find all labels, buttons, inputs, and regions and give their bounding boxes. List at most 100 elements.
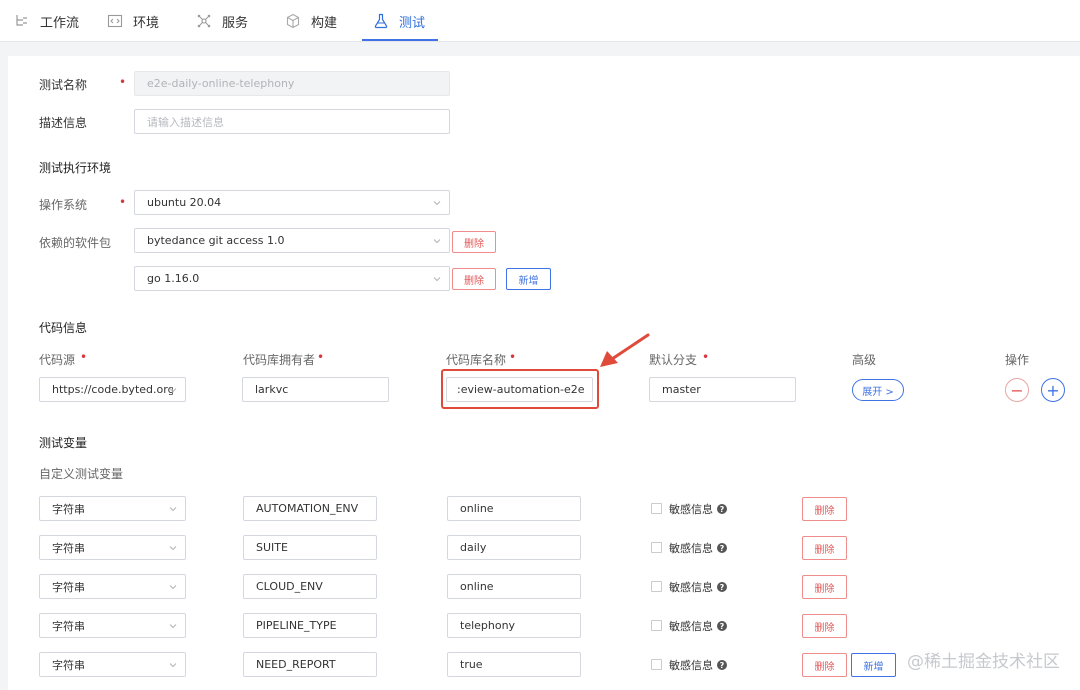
tab-build[interactable]: 构建 [285, 0, 337, 42]
help-icon[interactable]: ? [717, 504, 727, 514]
sensitive-label-text: 敏感信息 [669, 620, 713, 633]
chevron-down-icon [169, 624, 177, 629]
var-type-select[interactable]: 字符串 [39, 652, 186, 677]
delete-var-button[interactable]: 删除 [802, 614, 847, 638]
package-select-2[interactable]: go 1.16.0 [134, 266, 450, 291]
code-source-select[interactable]: https://code.byted.org [39, 377, 186, 402]
os-select-value: ubuntu 20.04 [147, 196, 222, 209]
workflow-icon [16, 15, 27, 26]
add-package-button[interactable]: 新增 [506, 268, 551, 290]
sensitive-checkbox[interactable] [651, 542, 662, 553]
sensitive-label-text: 敏感信息 [669, 503, 713, 516]
package-select-1[interactable]: bytedance git access 1.0 [134, 228, 450, 253]
help-icon[interactable]: ? [717, 621, 727, 631]
delete-package-2-button[interactable]: 删除 [452, 268, 496, 290]
var-type-value: 字符串 [52, 580, 85, 594]
code-section-title: 代码信息 [39, 321, 88, 335]
annotation-arrow-icon [600, 333, 650, 367]
var-value-input[interactable]: daily [447, 535, 581, 560]
required-mark: • [119, 195, 127, 209]
sensitive-checkbox[interactable] [651, 581, 662, 592]
chevron-down-icon [169, 546, 177, 551]
active-tab-indicator [362, 39, 438, 41]
col-header-ops: 操作 [1005, 353, 1030, 367]
sensitive-checkbox[interactable] [651, 620, 662, 631]
var-value-value: online [460, 580, 494, 593]
chevron-down-icon [433, 201, 441, 206]
package-select-2-value: go 1.16.0 [147, 272, 200, 285]
add-var-button[interactable]: 新增 [851, 653, 896, 677]
delete-var-button[interactable]: 删除 [802, 575, 847, 599]
tab-services[interactable]: 服务 [196, 0, 248, 42]
sensitive-label-text: 敏感信息 [669, 542, 713, 555]
var-key-input[interactable]: PIPELINE_TYPE [243, 613, 377, 638]
chevron-down-icon [169, 585, 177, 590]
os-select[interactable]: ubuntu 20.04 [134, 190, 450, 215]
remove-repo-button[interactable]: − [1005, 378, 1029, 402]
test-name-input[interactable]: e2e-daily-online-telephony [134, 71, 450, 96]
code-source-value: https://code.byted.org [52, 383, 173, 396]
delete-var-button[interactable]: 删除 [802, 536, 847, 560]
top-navigation: 工作流 环境 服务 构建 测试 [0, 0, 1080, 42]
var-type-select[interactable]: 字符串 [39, 613, 186, 638]
default-branch-value: master [662, 383, 701, 396]
repo-name-highlight-box [441, 369, 599, 409]
var-type-select[interactable]: 字符串 [39, 496, 186, 521]
watermark: @稀土掘金技术社区 [907, 652, 1060, 672]
description-placeholder: 请输入描述信息 [147, 115, 224, 129]
sensitive-checkbox[interactable] [651, 503, 662, 514]
chevron-down-icon [433, 277, 441, 282]
required-mark: • [317, 350, 325, 364]
tab-workflow[interactable]: 工作流 [14, 0, 79, 42]
os-label: 操作系统 [39, 198, 88, 212]
description-input[interactable]: 请输入描述信息 [134, 109, 450, 134]
tab-services-label: 服务 [222, 15, 249, 31]
var-type-select[interactable]: 字符串 [39, 535, 186, 560]
required-mark: • [509, 350, 517, 364]
var-type-value: 字符串 [52, 658, 85, 672]
var-key-input[interactable]: NEED_REPORT [243, 652, 377, 677]
vars-subtitle: 自定义测试变量 [39, 467, 124, 481]
chevron-down-icon [169, 388, 177, 393]
col-header-owner: 代码库拥有者 [243, 353, 316, 367]
add-repo-button[interactable]: + [1041, 378, 1065, 402]
col-header-source: 代码源 [39, 353, 76, 367]
tab-test[interactable]: 测试 [373, 0, 425, 42]
network-icon [197, 14, 211, 28]
var-type-value: 字符串 [52, 502, 85, 516]
help-icon[interactable]: ? [717, 582, 727, 592]
tab-environment[interactable]: 环境 [107, 0, 159, 42]
var-key-input[interactable]: AUTOMATION_ENV [243, 496, 377, 521]
test-config-card: 测试名称 • e2e-daily-online-telephony 描述信息 请… [8, 56, 1080, 690]
default-branch-input[interactable]: master [649, 377, 796, 402]
var-value-input[interactable]: online [447, 574, 581, 599]
flask-icon [374, 13, 388, 29]
vars-section-title: 测试变量 [39, 436, 88, 450]
var-value-input[interactable]: telephony [447, 613, 581, 638]
var-value-input[interactable]: true [447, 652, 581, 677]
var-key-input[interactable]: CLOUD_ENV [243, 574, 377, 599]
sensitive-label: 敏感信息? [669, 618, 727, 634]
delete-var-button[interactable]: 删除 [802, 497, 847, 521]
code-icon [107, 14, 123, 28]
var-type-value: 字符串 [52, 541, 85, 555]
var-key-value: AUTOMATION_ENV [256, 502, 359, 515]
var-value-input[interactable]: online [447, 496, 581, 521]
var-key-value: NEED_REPORT [256, 658, 336, 671]
chevron-down-icon [169, 663, 177, 668]
sensitive-label: 敏感信息? [669, 540, 727, 556]
sensitive-label: 敏感信息? [669, 579, 727, 595]
var-key-value: CLOUD_ENV [256, 580, 323, 593]
help-icon[interactable]: ? [717, 660, 727, 670]
var-key-input[interactable]: SUITE [243, 535, 377, 560]
sensitive-checkbox[interactable] [651, 659, 662, 670]
repo-owner-input[interactable]: larkvc [242, 377, 389, 402]
delete-var-button[interactable]: 删除 [802, 653, 847, 677]
delete-package-1-button[interactable]: 删除 [452, 231, 496, 253]
chevron-down-icon [169, 507, 177, 512]
var-type-select[interactable]: 字符串 [39, 574, 186, 599]
help-icon[interactable]: ? [717, 543, 727, 553]
sensitive-label-text: 敏感信息 [669, 659, 713, 672]
expand-advanced-button[interactable]: 展开 > [852, 379, 904, 401]
var-value-value: true [460, 658, 483, 671]
